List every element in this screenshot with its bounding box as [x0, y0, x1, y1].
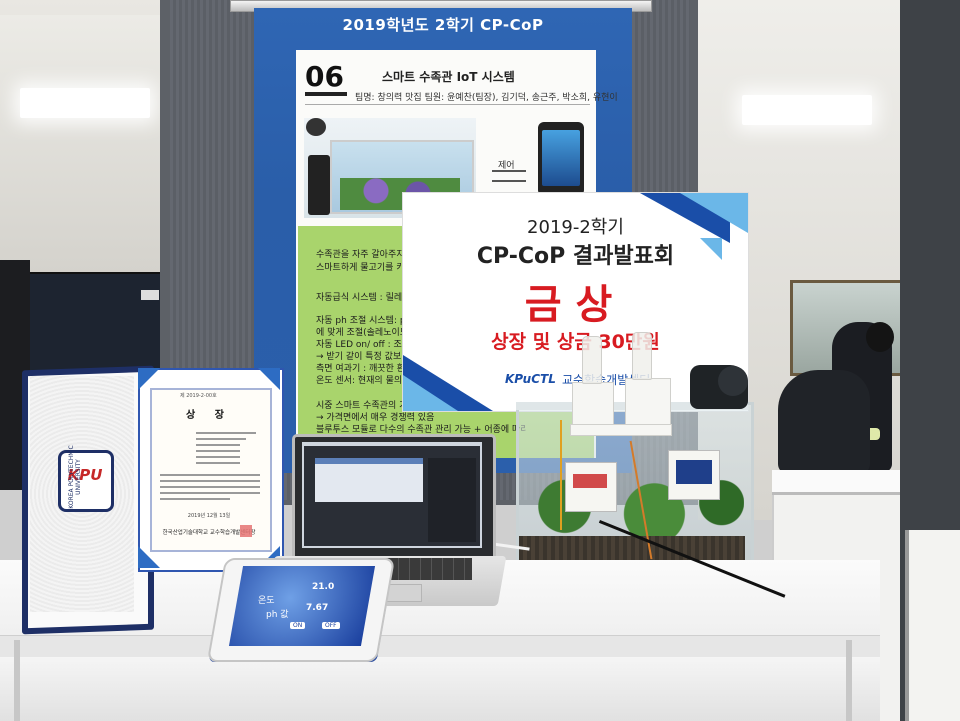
poster-team: 팀명: 창의력 맛집 팀원: 윤예찬(팀장), 김기덕, 송근주, 박소희, 유…	[355, 93, 618, 103]
sign-prize: 상장 및 상금 30만원	[491, 331, 660, 353]
laptop-terminal[interactable]	[315, 458, 423, 502]
left-room-background	[0, 15, 160, 295]
poster-number: 06	[305, 60, 344, 93]
tablet-ph-label: ph 값	[266, 610, 289, 620]
certificate-text-line	[160, 486, 260, 488]
feeder-cap	[718, 366, 748, 396]
left-monitor-logo	[141, 290, 159, 300]
sign-event: CP-CoP 결과발표회	[476, 244, 675, 269]
pump-holder	[572, 382, 614, 426]
standing-person-head	[866, 322, 894, 352]
ceiling-lamp-left	[20, 88, 150, 118]
relay-module	[573, 474, 607, 488]
certificate-text-line	[160, 492, 260, 494]
certificate-text-line	[196, 432, 256, 434]
certificate-date: 2019년 12월 13일	[187, 513, 231, 519]
display-table-front	[0, 657, 880, 721]
table-leg	[846, 640, 852, 721]
certificate-corner	[138, 368, 160, 390]
poster-aquarium-filter	[308, 155, 330, 215]
pump-mount	[570, 424, 672, 436]
ceiling-lamp-right	[742, 95, 872, 125]
certificate-text-line	[196, 462, 240, 464]
poster-project-title: 스마트 수족관 IoT 시스템	[382, 70, 515, 84]
poster-title: 2019학년도 2학기 CP-CoP	[342, 16, 544, 34]
certificate-text-line	[196, 444, 240, 446]
certificate-seal	[240, 525, 252, 537]
pump-holder	[625, 378, 671, 426]
tablet-temp-label: 온도	[258, 596, 275, 606]
poster-aquarium-feeder	[306, 118, 326, 136]
tablet-screen[interactable]	[228, 566, 376, 646]
poster-number-underline	[305, 92, 347, 96]
certificate-text-line	[196, 450, 240, 452]
sign-semester: 2019-2학기	[527, 217, 624, 238]
certificate-text-line	[196, 438, 246, 440]
tablet-on-button[interactable]: ON	[290, 622, 306, 629]
certificate-text-line	[196, 456, 240, 458]
sign-decor-triangle	[403, 375, 458, 411]
seated-person	[778, 370, 870, 474]
poster-phone-screen	[542, 130, 580, 186]
poster-divider	[305, 104, 590, 105]
laptop-terminal-titlebar[interactable]	[315, 458, 423, 464]
certificate-title: 상 장	[186, 410, 232, 421]
far-right-counter	[905, 530, 960, 721]
certificate-corner	[258, 368, 280, 390]
laptop-side-panel	[428, 458, 476, 542]
controller-chip	[676, 460, 712, 484]
certificate-number: 제 2019-2-00호	[180, 393, 217, 399]
tablet-ph-value: 7.67	[306, 603, 329, 613]
sign-award: 금상	[524, 282, 627, 328]
right-counter-top	[772, 470, 902, 495]
table-leg	[14, 640, 20, 721]
kpu-logo-arc: KOREA POLYTECHNIC UNIVERSITY	[68, 445, 82, 509]
left-monitor	[20, 272, 164, 376]
tablet-off-button[interactable]: OFF	[322, 622, 340, 629]
certificate-text-line	[160, 480, 260, 482]
tablet-temp-value: 21.0	[312, 582, 335, 592]
certificate-text-line	[160, 474, 260, 476]
solution-bottle	[632, 332, 652, 380]
poster-arrow-icon	[492, 170, 526, 182]
wire	[560, 420, 562, 530]
certificate-text-line	[160, 498, 230, 500]
solution-bottle	[582, 336, 602, 384]
sign-logo: KPuCTL	[505, 372, 556, 386]
